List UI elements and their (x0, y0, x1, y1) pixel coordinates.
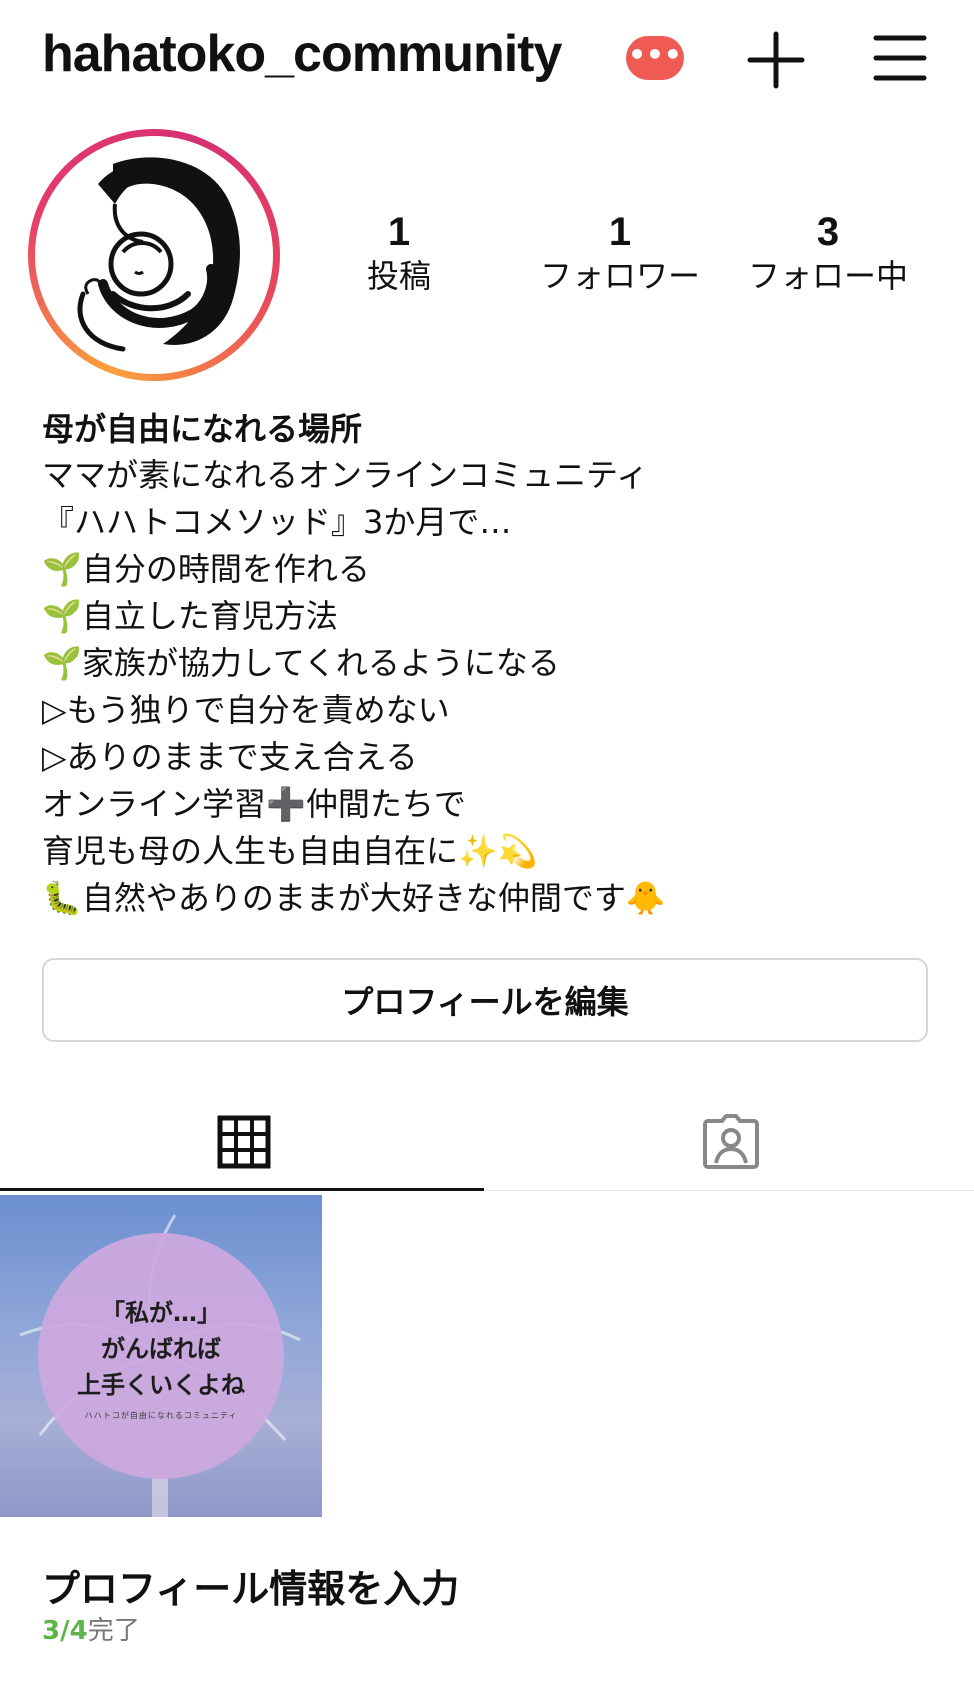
post-caption-line: 上手くいくよね (77, 1371, 245, 1399)
bio-line: オンライン学習➕仲間たちで (42, 785, 466, 823)
post-thumbnail[interactable]: 「私が…」 がんばれば 上手くいくよね ハハトコが自由になれるコミュニティ (0, 1195, 322, 1517)
profile-info-title[interactable]: プロフィール情報を入力 (42, 1558, 459, 1613)
username-title[interactable]: hahatoko_community (42, 24, 562, 84)
hamburger-menu-icon (873, 35, 927, 81)
grid-icon (217, 1115, 270, 1169)
profile-name: 母が自由になれる場所 (42, 410, 363, 448)
following-count-value: 3 (816, 210, 840, 254)
post-caption: 「私が…」 がんばれば 上手くいくよね (38, 1295, 284, 1403)
active-tab-indicator (0, 1188, 484, 1191)
notification-badge[interactable]: ••• (626, 36, 684, 80)
followers-count[interactable]: 1 フォロワー (520, 208, 720, 296)
tagged-person-icon (702, 1114, 759, 1169)
progress-suffix: 完了 (87, 1616, 140, 1646)
posts-count-label: 投稿 (366, 257, 431, 295)
create-post-button[interactable] (746, 30, 806, 90)
bio-line: 育児も母の人生も自由自在に✨💫 (42, 832, 538, 870)
followers-count-label: フォロワー (539, 257, 700, 295)
following-count[interactable]: 3 フォロー中 (728, 208, 928, 296)
progress-count: 3/4 (42, 1616, 88, 1646)
bio-line: ▷ありのままで支え合える (42, 738, 418, 776)
followers-count-value: 1 (608, 210, 632, 254)
edit-profile-button[interactable]: プロフィールを編集 (42, 958, 928, 1042)
bio-line: 🌱自分の時間を作れる (42, 550, 370, 588)
tab-tagged[interactable] (487, 1094, 974, 1190)
posts-count-value: 1 (387, 210, 411, 254)
menu-button[interactable] (872, 32, 928, 84)
avatar-mother-child-illustration (43, 144, 265, 366)
following-count-label: フォロー中 (747, 257, 908, 295)
profile-info-progress: 3/4完了 (42, 1610, 140, 1647)
plus-icon (747, 31, 805, 89)
posts-count[interactable]: 1 投稿 (299, 208, 499, 296)
bio-line: ▷もう独りで自分を責めない (42, 691, 450, 729)
bio-line: 🌱自立した育児方法 (42, 597, 338, 635)
bio-line: 🐛自然やありのままが大好きな仲間です🐥 (42, 879, 666, 917)
post-subtitle: ハハトコが自由になれるコミュニティ (84, 1411, 238, 1420)
post-caption-line: 「私が…」 (101, 1299, 221, 1327)
tab-posts-grid[interactable] (0, 1094, 487, 1190)
bio-text: ママが素になれるオンラインコミュニティ 『ハハトコメソッド』3か月で… 🌱自分の… (42, 452, 666, 922)
post-caption-line: がんばれば (101, 1335, 221, 1363)
bio-line: 🌱家族が協力してくれるようになる (42, 644, 560, 682)
bio-line: 『ハハトコメソッド』3か月で… (42, 503, 512, 541)
avatar[interactable] (28, 129, 280, 381)
bio-line: ママが素になれるオンラインコミュニティ (42, 456, 649, 494)
